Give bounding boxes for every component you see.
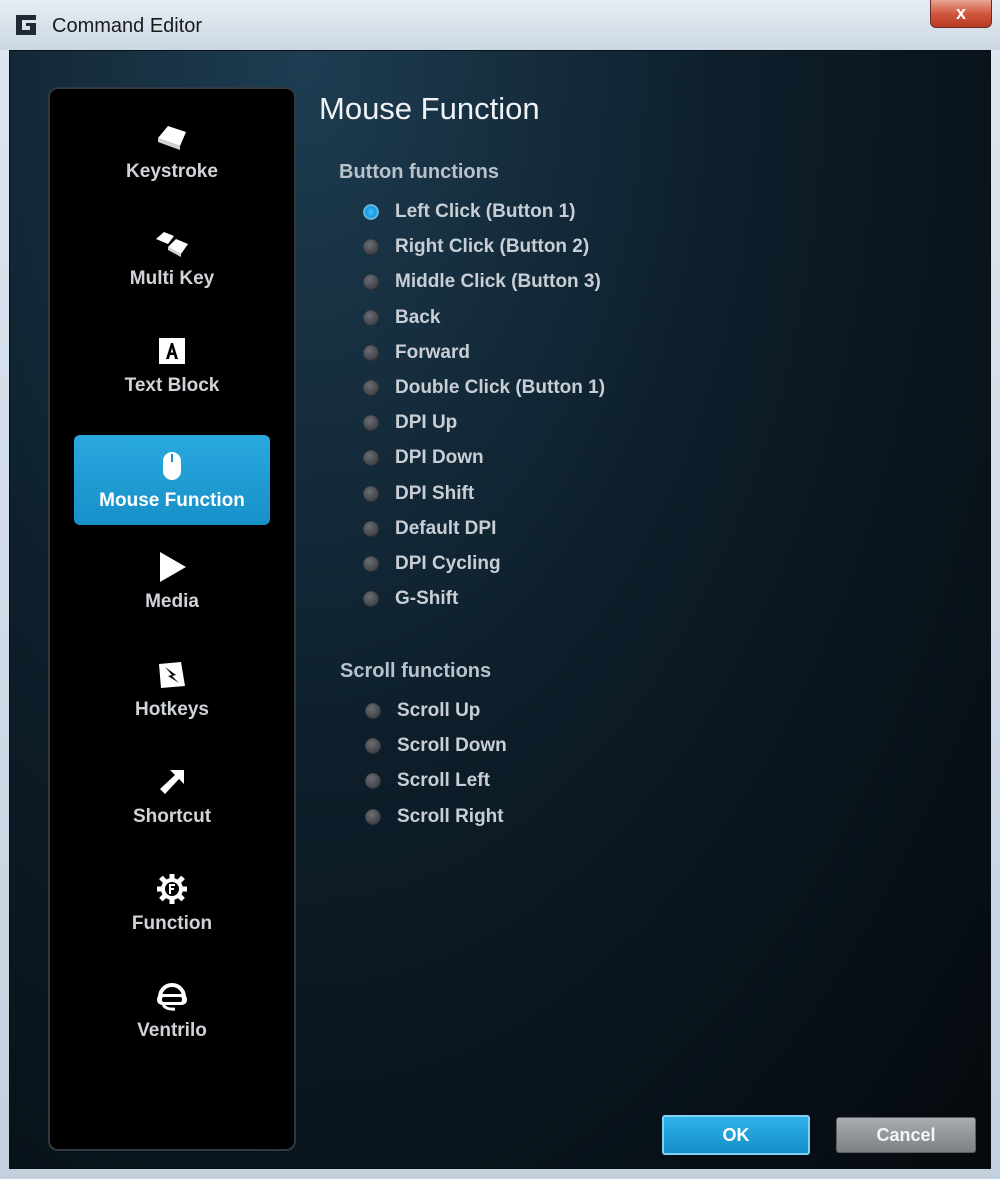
radio-option-label: Left Click (Button 1) (395, 201, 576, 222)
radio-button[interactable] (365, 773, 381, 790)
sidebar-item-multi-key[interactable]: Multi Key (74, 213, 270, 303)
radio-option[interactable]: DPI Up (363, 409, 457, 437)
radio-option[interactable]: G-Shift (363, 585, 458, 613)
sidebar-item-hotkeys[interactable]: Hotkeys (74, 644, 270, 734)
radio-option-label: Scroll Down (397, 735, 507, 757)
radio-button[interactable] (363, 274, 379, 291)
button-functions-heading: Button functions (339, 161, 499, 183)
sidebar-item-label: Function (131, 913, 213, 934)
radio-option[interactable]: DPI Shift (363, 480, 474, 508)
headset-icon (152, 978, 192, 1014)
sidebar-item-function[interactable]: Function (74, 858, 270, 948)
radio-option-label: Forward (395, 341, 470, 363)
sidebar-item-label: Multi Key (129, 268, 215, 289)
radio-option[interactable]: DPI Cycling (363, 550, 501, 578)
keycap-icon (152, 119, 192, 155)
radio-option-label: Back (395, 306, 441, 328)
sidebar-item-label: Keystroke (126, 161, 218, 182)
radio-option[interactable]: Back (363, 304, 440, 332)
radio-button[interactable] (363, 556, 379, 572)
sidebar-item-label: Mouse Function (99, 490, 245, 511)
radio-button[interactable] (365, 703, 381, 719)
ok-button[interactable]: OK (662, 1115, 810, 1155)
radio-option[interactable]: Forward (363, 339, 470, 367)
hotkey-icon (152, 657, 192, 693)
sidebar-item-label: Hotkeys (135, 699, 209, 720)
command-editor-window: Command Editor x Keystroke Multi Key Tex… (0, 0, 1000, 1179)
radio-button[interactable] (363, 344, 379, 361)
sidebar-item-label: Shortcut (132, 806, 212, 827)
page-title: Mouse Function (319, 91, 540, 126)
radio-option[interactable]: Left Click (Button 1) (363, 198, 576, 226)
radio-option-label: DPI Cycling (395, 553, 501, 574)
window-title: Command Editor (52, 15, 203, 37)
radio-option[interactable]: Scroll Down (365, 732, 507, 760)
title-bar[interactable]: Command Editor x (0, 0, 1000, 50)
radio-option[interactable]: Scroll Left (365, 767, 490, 795)
radio-option-label: G-Shift (395, 588, 459, 610)
function-gear-icon (152, 871, 192, 907)
radio-button[interactable] (363, 415, 379, 432)
mouse-icon (152, 448, 192, 484)
radio-option[interactable]: DPI Down (363, 444, 484, 472)
sidebar-item-label: Text Block (124, 375, 220, 396)
editor-body: Keystroke Multi Key Text Block Mouse Fun… (9, 50, 991, 1169)
radio-option-label: Double Click (Button 1) (395, 377, 606, 398)
radio-button[interactable] (363, 309, 379, 326)
command-type-sidebar: Keystroke Multi Key Text Block Mouse Fun… (48, 87, 296, 1151)
radio-option[interactable]: Scroll Up (365, 697, 480, 725)
radio-option-label: Scroll Up (397, 700, 481, 721)
radio-option[interactable]: Scroll Right (365, 803, 504, 831)
radio-option-label: DPI Shift (395, 482, 475, 504)
sidebar-item-keystroke[interactable]: Keystroke (74, 106, 270, 196)
play-icon (152, 549, 192, 585)
radio-button[interactable] (363, 485, 379, 502)
radio-button[interactable] (363, 380, 379, 396)
sidebar-item-ventrilo[interactable]: Ventrilo (74, 965, 270, 1055)
close-button[interactable]: x (930, 0, 992, 28)
sidebar-item-text-block[interactable]: Text Block (74, 320, 270, 410)
radio-option-label: Scroll Right (397, 805, 504, 827)
sidebar-item-mouse-function[interactable]: Mouse Function (74, 435, 270, 525)
logitech-g-icon (13, 12, 39, 38)
radio-button[interactable] (363, 450, 379, 467)
shortcut-arrow-icon (152, 764, 192, 800)
radio-option[interactable]: Default DPI (363, 515, 496, 543)
radio-option[interactable]: Right Click (Button 2) (363, 233, 589, 261)
sidebar-item-shortcut[interactable]: Shortcut (74, 751, 270, 841)
sidebar-item-label: Ventrilo (137, 1020, 207, 1041)
radio-button-selected[interactable] (363, 204, 379, 220)
radio-button[interactable] (363, 520, 379, 537)
radio-option-label: DPI Up (395, 412, 458, 434)
radio-option[interactable]: Middle Click (Button 3) (363, 268, 601, 296)
radio-option[interactable]: Double Click (Button 1) (363, 374, 605, 402)
radio-option-label: Right Click (Button 2) (395, 236, 590, 258)
radio-button[interactable] (363, 591, 379, 608)
radio-option-label: Middle Click (Button 3) (395, 271, 601, 293)
sidebar-item-label: Media (145, 591, 199, 612)
cancel-button[interactable]: Cancel (836, 1117, 976, 1153)
radio-option-label: Scroll Left (397, 770, 490, 792)
radio-button[interactable] (365, 808, 381, 825)
radio-button[interactable] (365, 738, 381, 755)
scroll-functions-heading: Scroll functions (340, 660, 492, 682)
radio-option-label: DPI Down (395, 447, 484, 469)
radio-button[interactable] (363, 239, 379, 256)
radio-option-label: Default DPI (395, 517, 497, 539)
letter-a-icon (152, 333, 192, 369)
sidebar-item-media[interactable]: Media (74, 536, 270, 626)
multi-keycap-icon (152, 226, 192, 262)
